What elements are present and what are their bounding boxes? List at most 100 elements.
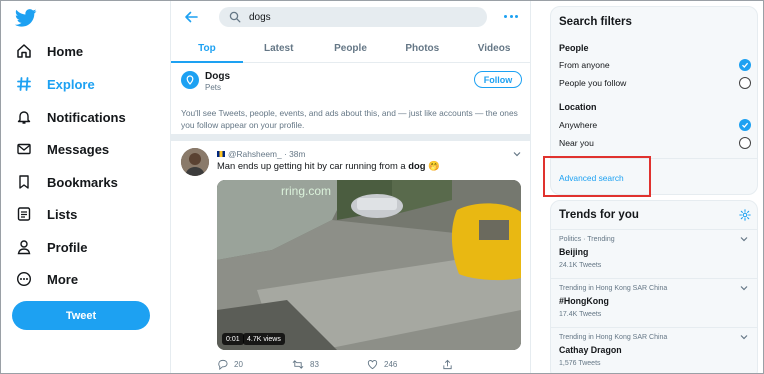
trend-count: 24.1K Tweets: [559, 262, 602, 269]
trends-title: Trends for you: [559, 209, 639, 221]
nav-item-more[interactable]: More: [13, 264, 78, 294]
like-action[interactable]: 246: [367, 357, 442, 371]
topic-card: Dogs Pets Follow: [171, 63, 530, 101]
tweet-time: · 38m: [284, 149, 306, 159]
hashtag-icon: [13, 73, 35, 95]
share-icon: [443, 359, 452, 369]
nav-item-messages[interactable]: Messages: [13, 134, 109, 164]
topic-subtitle: Pets: [205, 83, 222, 92]
back-arrow-icon[interactable]: [183, 9, 199, 25]
twitter-explore-window: Home Explore Notifications Messages Book: [0, 0, 764, 374]
like-count: 246: [384, 359, 398, 369]
nav-label: Profile: [47, 239, 88, 255]
trends-card: Trends for you Politics · Trending Beiji…: [550, 200, 758, 373]
nav-label: Home: [47, 43, 84, 59]
more-circle-icon: [13, 268, 35, 290]
trend-name: Beijing: [559, 247, 589, 257]
tweet-text-bold: dog: [408, 160, 426, 171]
list-icon: [13, 203, 35, 225]
share-action[interactable]: [442, 357, 517, 371]
trend-context: Trending in Hong Kong SAR China: [559, 285, 668, 292]
nav-label: Bookmarks: [47, 174, 118, 190]
reply-action[interactable]: 20: [217, 357, 292, 371]
nav-item-profile[interactable]: Profile: [13, 232, 87, 262]
home-icon: [13, 40, 35, 62]
envelope-icon: [13, 138, 35, 160]
chevron-down-icon[interactable]: [739, 332, 749, 342]
tab-videos[interactable]: Videos: [458, 35, 530, 62]
tweet-card[interactable]: @Rahsheem_ · 38m Man ends up getting hit…: [171, 141, 530, 373]
nav-label: Notifications: [47, 109, 126, 125]
nav-item-explore[interactable]: Explore: [13, 69, 95, 99]
bookmark-icon: [13, 171, 35, 193]
avatar[interactable]: [181, 148, 209, 176]
topic-title: Dogs: [205, 71, 230, 82]
explore-column: Top Latest People Photos Videos Dogs Pet…: [171, 1, 531, 373]
trend-item[interactable]: Trending in Hong Kong SAR China #HongKon…: [551, 278, 757, 328]
search-tabs: Top Latest People Photos Videos: [171, 35, 530, 63]
gear-icon[interactable]: [739, 209, 751, 221]
tweet-button[interactable]: Tweet: [12, 301, 150, 330]
heart-icon: [367, 359, 378, 369]
left-navigation: Home Explore Notifications Messages Book: [1, 1, 171, 373]
filter-people-you-follow[interactable]: People you follow: [559, 77, 751, 89]
topic-description: You'll see Tweets, people, events, and a…: [181, 108, 518, 130]
emoji: 🤭: [428, 160, 440, 171]
video-frame: [217, 180, 521, 350]
video-views: 4.7K views: [243, 333, 285, 345]
reply-icon: [218, 359, 228, 370]
nav-label: Explore: [47, 76, 95, 92]
radio-unchecked-icon[interactable]: [739, 137, 751, 149]
retweet-count: 83: [310, 359, 319, 369]
nav-item-lists[interactable]: Lists: [13, 199, 77, 229]
topic-pin-icon: [181, 71, 199, 89]
search-icon: [229, 11, 241, 23]
section-divider: [171, 134, 530, 141]
follow-topic-button[interactable]: Follow: [474, 71, 522, 88]
tab-top[interactable]: Top: [171, 35, 243, 63]
nav-item-bookmarks[interactable]: Bookmarks: [13, 167, 118, 197]
chevron-down-icon[interactable]: [512, 149, 522, 159]
annotation-highlight-box: [543, 156, 651, 197]
filter-near-you[interactable]: Near you: [559, 137, 751, 149]
nav-item-notifications[interactable]: Notifications: [13, 102, 126, 132]
tab-latest[interactable]: Latest: [243, 35, 315, 62]
trend-item[interactable]: Politics · Trending Beijing 24.1K Tweets: [551, 229, 757, 279]
tab-photos[interactable]: Photos: [386, 35, 458, 62]
filter-from-anyone[interactable]: From anyone: [559, 59, 751, 71]
people-heading: People: [559, 43, 589, 53]
trend-name: #HongKong: [559, 296, 609, 306]
bell-icon: [13, 106, 35, 128]
tweet-actions: 20 83 246: [217, 357, 517, 371]
person-icon: [13, 236, 35, 258]
tab-people[interactable]: People: [315, 35, 387, 62]
tweet-text: Man ends up getting hit by car running f…: [217, 160, 440, 171]
filter-anywhere[interactable]: Anywhere: [559, 119, 751, 131]
video-watermark: rring.com: [281, 184, 332, 198]
chevron-down-icon[interactable]: [739, 234, 749, 244]
chevron-down-icon[interactable]: [739, 283, 749, 293]
radio-unchecked-icon[interactable]: [739, 77, 751, 89]
search-filters-title: Search filters: [559, 16, 632, 28]
radio-checked-icon[interactable]: [739, 119, 751, 131]
video-player[interactable]: rring.com 0:01 4.7K views: [217, 180, 521, 350]
reply-count: 20: [234, 359, 243, 369]
trend-item[interactable]: Trending in Hong Kong SAR China Cathay D…: [551, 327, 757, 373]
tweet-handle[interactable]: @Rahsheem_: [228, 149, 282, 159]
search-box[interactable]: [219, 7, 487, 27]
trend-context: Trending in Hong Kong SAR China: [559, 334, 668, 341]
location-heading: Location: [559, 102, 597, 112]
twitter-bird-logo-icon[interactable]: [15, 9, 37, 27]
trend-count: 17.4K Tweets: [559, 311, 602, 318]
trend-name: Cathay Dragon: [559, 345, 622, 355]
search-input[interactable]: [249, 11, 449, 23]
nav-item-home[interactable]: Home: [13, 36, 83, 66]
nav-label: Messages: [47, 141, 110, 157]
radio-checked-icon[interactable]: [739, 59, 751, 71]
retweet-icon: [292, 359, 304, 369]
trend-count: 1,576 Tweets: [559, 360, 601, 367]
retweet-action[interactable]: 83: [292, 357, 367, 371]
more-options-icon[interactable]: [504, 13, 518, 19]
video-duration: 0:01: [222, 333, 244, 345]
flag-icon: [217, 151, 225, 157]
